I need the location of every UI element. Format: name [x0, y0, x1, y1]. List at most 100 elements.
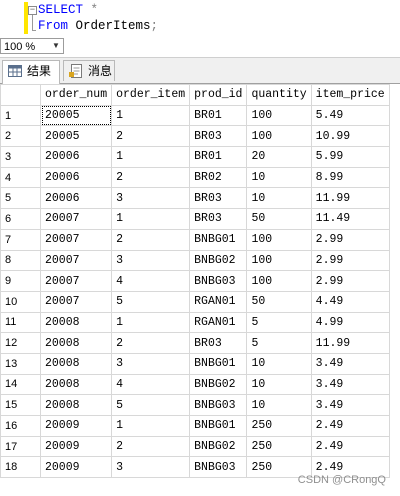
table-cell[interactable]: BNBG03 — [189, 270, 248, 292]
select-all-corner[interactable] — [0, 84, 41, 106]
table-cell[interactable]: BR03 — [189, 332, 248, 354]
table-cell[interactable]: 8.99 — [310, 166, 390, 189]
table-cell[interactable]: 5.49 — [310, 104, 390, 127]
column-header-order-num[interactable]: order_num — [39, 84, 113, 106]
table-cell[interactable]: BR03 — [189, 125, 248, 148]
table-cell[interactable]: 100 — [246, 104, 312, 127]
table-cell[interactable]: 4.99 — [310, 311, 390, 334]
table-row[interactable]: 10 20007 5 RGAN01 50 4.49 — [0, 290, 390, 313]
row-number[interactable]: 5 — [0, 187, 41, 210]
table-cell[interactable]: 100 — [246, 270, 312, 292]
table-cell[interactable]: 20005 — [39, 104, 113, 127]
row-number[interactable]: 6 — [0, 208, 41, 230]
table-cell[interactable]: 5 — [111, 394, 191, 416]
table-cell[interactable]: 1 — [111, 415, 191, 437]
table-cell[interactable]: 2 — [111, 435, 191, 458]
table-row[interactable]: 3 20006 1 BR01 20 5.99 — [0, 146, 390, 168]
table-cell[interactable]: 2.99 — [310, 228, 390, 251]
table-row[interactable]: 6 20007 1 BR03 50 11.49 — [0, 208, 390, 230]
row-number[interactable]: 18 — [0, 456, 41, 479]
table-cell[interactable]: BR01 — [189, 104, 248, 127]
table-cell[interactable]: 20007 — [39, 208, 113, 230]
table-cell[interactable]: 10 — [246, 187, 312, 210]
table-cell[interactable]: 11.49 — [310, 208, 390, 230]
table-cell[interactable]: 20008 — [39, 352, 113, 375]
table-cell[interactable]: 100 — [246, 125, 312, 148]
table-cell[interactable]: 20007 — [39, 290, 113, 313]
table-cell[interactable]: 20008 — [39, 311, 113, 334]
table-cell[interactable]: BNBG01 — [189, 415, 248, 437]
table-row[interactable]: 2 20005 2 BR03 100 10.99 — [0, 125, 390, 148]
table-cell[interactable]: BNBG02 — [189, 249, 248, 272]
table-cell[interactable]: 2.99 — [310, 270, 390, 292]
table-cell[interactable]: 20006 — [39, 166, 113, 189]
table-cell[interactable]: 5 — [111, 290, 191, 313]
table-cell[interactable]: 3 — [111, 352, 191, 375]
table-cell[interactable]: 3.49 — [310, 352, 390, 375]
row-number[interactable]: 7 — [0, 228, 41, 251]
table-cell[interactable]: 100 — [246, 228, 312, 251]
row-number[interactable]: 14 — [0, 373, 41, 396]
table-cell[interactable]: 20008 — [39, 394, 113, 416]
table-cell[interactable]: 20 — [246, 146, 312, 168]
table-cell[interactable]: 2 — [111, 125, 191, 148]
table-cell[interactable]: 2.49 — [310, 415, 390, 437]
table-cell[interactable]: 4 — [111, 373, 191, 396]
column-header-item-price[interactable]: item_price — [310, 84, 390, 106]
table-cell[interactable]: 20008 — [39, 373, 113, 396]
table-cell[interactable]: 11.99 — [310, 332, 390, 354]
table-cell[interactable]: 2 — [111, 166, 191, 189]
tab-messages[interactable]: 消息 — [63, 60, 115, 81]
row-number[interactable]: 1 — [0, 104, 41, 127]
table-cell[interactable]: 1 — [111, 311, 191, 334]
row-number[interactable]: 4 — [0, 166, 41, 189]
table-cell[interactable]: 20006 — [39, 187, 113, 210]
table-row[interactable]: 7 20007 2 BNBG01 100 2.99 — [0, 228, 390, 251]
table-cell[interactable]: 20005 — [39, 125, 113, 148]
table-cell[interactable]: 20007 — [39, 228, 113, 251]
table-cell[interactable]: BR03 — [189, 208, 248, 230]
table-cell[interactable]: 10 — [246, 394, 312, 416]
table-row[interactable]: 13 20008 3 BNBG01 10 3.49 — [0, 352, 390, 375]
table-cell[interactable]: 2.99 — [310, 249, 390, 272]
table-cell[interactable]: BNBG03 — [189, 394, 248, 416]
column-header-quantity[interactable]: quantity — [246, 84, 312, 106]
table-cell[interactable]: 20009 — [39, 435, 113, 458]
row-number[interactable]: 16 — [0, 415, 41, 437]
table-cell[interactable]: 2 — [111, 228, 191, 251]
table-cell[interactable]: BNBG01 — [189, 228, 248, 251]
table-cell[interactable]: 5.99 — [310, 146, 390, 168]
table-row[interactable]: 1 20005 1 BR01 100 5.49 — [0, 104, 390, 127]
table-cell[interactable]: 3 — [111, 187, 191, 210]
table-cell[interactable]: 3 — [111, 249, 191, 272]
table-row[interactable]: 12 20008 2 BR03 5 11.99 — [0, 332, 390, 354]
table-cell[interactable]: BR02 — [189, 166, 248, 189]
table-cell[interactable]: 1 — [111, 146, 191, 168]
table-cell[interactable]: BR03 — [189, 187, 248, 210]
table-row[interactable]: 11 20008 1 RGAN01 5 4.99 — [0, 311, 390, 334]
table-cell[interactable]: BNBG03 — [189, 456, 248, 479]
table-cell[interactable]: 50 — [246, 290, 312, 313]
table-row[interactable]: 17 20009 2 BNBG02 250 2.49 — [0, 435, 390, 458]
table-cell[interactable]: 4.49 — [310, 290, 390, 313]
table-row[interactable]: 15 20008 5 BNBG03 10 3.49 — [0, 394, 390, 416]
sql-editor[interactable]: − SELECT * From OrderItems; — [0, 0, 400, 38]
table-cell[interactable]: RGAN01 — [189, 290, 248, 313]
table-cell[interactable]: 3 — [111, 456, 191, 479]
table-cell[interactable]: 100 — [246, 249, 312, 272]
row-number[interactable]: 8 — [0, 249, 41, 272]
row-number[interactable]: 17 — [0, 435, 41, 458]
tab-results[interactable]: 结果 — [2, 60, 60, 84]
row-number[interactable]: 15 — [0, 394, 41, 416]
row-number[interactable]: 2 — [0, 125, 41, 148]
table-cell[interactable]: BNBG02 — [189, 373, 248, 396]
table-row[interactable]: 16 20009 1 BNBG01 250 2.49 — [0, 415, 390, 437]
column-header-order-item[interactable]: order_item — [111, 84, 191, 106]
table-cell[interactable]: 20007 — [39, 270, 113, 292]
table-row[interactable]: 14 20008 4 BNBG02 10 3.49 — [0, 373, 390, 396]
table-row[interactable]: 4 20006 2 BR02 10 8.99 — [0, 166, 390, 189]
table-cell[interactable]: 20006 — [39, 146, 113, 168]
table-cell[interactable]: 5 — [246, 332, 312, 354]
row-number[interactable]: 3 — [0, 146, 41, 168]
table-cell[interactable]: 20009 — [39, 415, 113, 437]
